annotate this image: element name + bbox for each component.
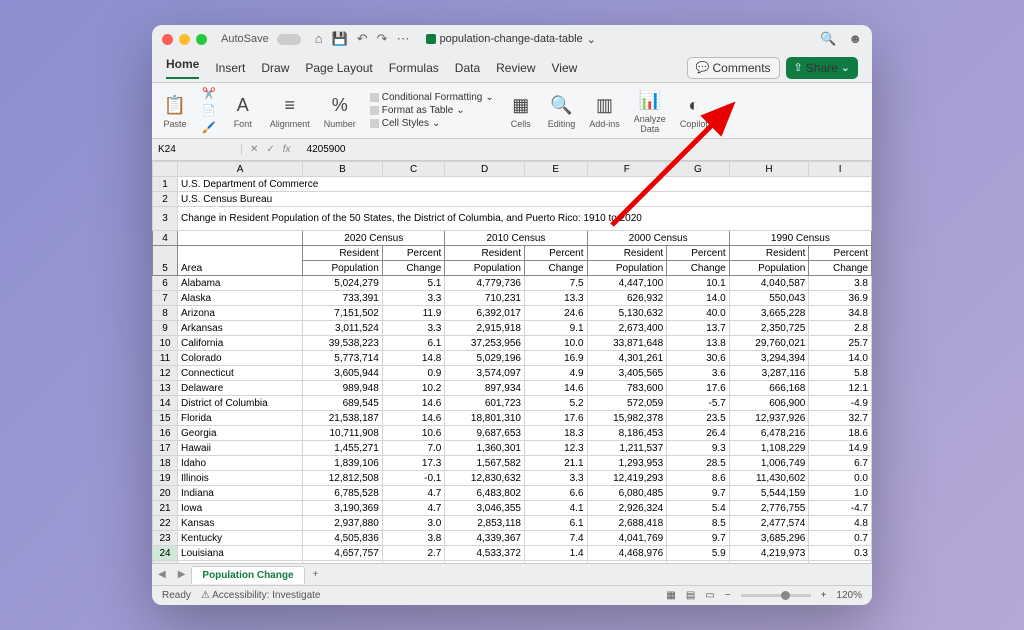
sheet-tab[interactable]: Population Change bbox=[191, 566, 304, 584]
fx-icon[interactable]: fx bbox=[283, 144, 291, 155]
view-normal-icon[interactable]: ▦ bbox=[666, 590, 675, 601]
cut-icon[interactable]: ✂️ bbox=[202, 87, 216, 100]
ribbon: 📋Paste ✂️ 📄 🖌️ AFont ≡Alignment %Number Co… bbox=[152, 83, 872, 139]
font-group[interactable]: AFont bbox=[230, 92, 256, 129]
col-header[interactable]: D bbox=[445, 162, 525, 177]
status-bar: Ready ⚠ Accessibility: Investigate ▦ ▤ ▭… bbox=[152, 585, 872, 605]
tab-page-layout[interactable]: Page Layout bbox=[305, 61, 372, 75]
chevron-down-icon: ⌄ bbox=[587, 33, 596, 46]
copilot-button[interactable]: ◐Copilot bbox=[680, 92, 708, 129]
save-icon[interactable]: 💾 bbox=[332, 31, 348, 47]
editing-group[interactable]: 🔍Editing bbox=[548, 92, 576, 129]
number-group[interactable]: %Number bbox=[324, 92, 356, 129]
zoom-out-button[interactable]: − bbox=[725, 590, 731, 601]
name-box[interactable]: K24 bbox=[152, 144, 242, 155]
cells-icon: ▦ bbox=[508, 92, 534, 118]
file-name[interactable]: population-change-data-table⌄ bbox=[426, 33, 596, 46]
copilot-icon: ◐ bbox=[681, 92, 707, 118]
format-as-table-button[interactable]: Format as Table ⌄ bbox=[370, 104, 494, 117]
align-icon: ≡ bbox=[277, 92, 303, 118]
col-header[interactable]: H bbox=[729, 162, 809, 177]
sheet-tabs: ◀ ▶ Population Change + bbox=[152, 563, 872, 585]
tab-data[interactable]: Data bbox=[455, 61, 480, 75]
search-icon[interactable]: 🔍 bbox=[820, 31, 836, 47]
tab-insert[interactable]: Insert bbox=[215, 61, 245, 75]
accept-fx-icon[interactable]: ✓ bbox=[266, 144, 274, 155]
share-button[interactable]: ⇧ Share ⌄ bbox=[786, 57, 858, 79]
cancel-fx-icon[interactable]: ✕ bbox=[250, 144, 258, 155]
col-header[interactable]: C bbox=[382, 162, 445, 177]
col-header[interactable]: I bbox=[809, 162, 872, 177]
cell-styles-button[interactable]: Cell Styles ⌄ bbox=[370, 117, 494, 130]
col-header[interactable]: G bbox=[667, 162, 730, 177]
minimize-icon[interactable] bbox=[179, 34, 190, 45]
tab-draw[interactable]: Draw bbox=[261, 61, 289, 75]
conditional-formatting-button[interactable]: Conditional Formatting ⌄ bbox=[370, 91, 494, 104]
tab-view[interactable]: View bbox=[552, 61, 578, 75]
status-ready: Ready bbox=[162, 590, 191, 601]
app-window: AutoSave ⌂ 💾 ↶ ↷ ⋯ population-change-dat… bbox=[152, 25, 872, 605]
home-icon[interactable]: ⌂ bbox=[315, 31, 323, 47]
status-accessibility[interactable]: ⚠ Accessibility: Investigate bbox=[201, 590, 321, 601]
maximize-icon[interactable] bbox=[196, 34, 207, 45]
tab-prev-icon[interactable]: ◀ bbox=[152, 569, 172, 580]
excel-icon bbox=[426, 34, 436, 44]
quick-access: ⌂ 💾 ↶ ↷ ⋯ bbox=[315, 31, 410, 47]
addins-icon: ▥ bbox=[592, 92, 618, 118]
col-header[interactable]: E bbox=[524, 162, 587, 177]
tab-review[interactable]: Review bbox=[496, 61, 535, 75]
formula-bar: K24 ✕ ✓ fx 4205900 bbox=[152, 139, 872, 161]
view-page-icon[interactable]: ▤ bbox=[686, 590, 695, 601]
zoom-in-button[interactable]: + bbox=[821, 590, 827, 601]
overflow-icon[interactable]: ☻ bbox=[848, 31, 862, 47]
paste-group[interactable]: 📋Paste bbox=[162, 92, 188, 129]
zoom-slider[interactable] bbox=[741, 594, 811, 597]
col-header[interactable]: A bbox=[178, 162, 303, 177]
comments-button[interactable]: 💬 Comments bbox=[687, 57, 780, 79]
autosave-toggle[interactable] bbox=[277, 34, 301, 45]
format-painter-icon[interactable]: 🖌️ bbox=[202, 121, 216, 134]
formula-value[interactable]: 4205900 bbox=[299, 144, 354, 155]
cells-group[interactable]: ▦Cells bbox=[508, 92, 534, 129]
redo-icon[interactable]: ↷ bbox=[377, 31, 388, 47]
clipboard-icon: 📋 bbox=[162, 92, 188, 118]
alignment-group[interactable]: ≡Alignment bbox=[270, 92, 310, 129]
close-icon[interactable] bbox=[162, 34, 173, 45]
font-icon: A bbox=[230, 92, 256, 118]
spreadsheet-grid[interactable]: ABCDEFGHI1U.S. Department of Commerce2U.… bbox=[152, 161, 872, 563]
traffic-lights bbox=[162, 34, 207, 45]
search-editing-icon: 🔍 bbox=[549, 92, 575, 118]
undo-icon[interactable]: ↶ bbox=[357, 31, 368, 47]
addins-group[interactable]: ▥Add-ins bbox=[589, 92, 620, 129]
copy-icon[interactable]: 📄 bbox=[202, 104, 216, 117]
col-header[interactable]: F bbox=[587, 162, 667, 177]
view-break-icon[interactable]: ▭ bbox=[705, 590, 714, 601]
tab-home[interactable]: Home bbox=[166, 57, 199, 79]
menu-tabs: Home Insert Draw Page Layout Formulas Da… bbox=[152, 53, 872, 83]
percent-icon: % bbox=[327, 92, 353, 118]
zoom-level[interactable]: 120% bbox=[836, 590, 862, 601]
tab-next-icon[interactable]: ▶ bbox=[172, 569, 192, 580]
analyze-data-group[interactable]: 📊Analyze Data bbox=[634, 87, 666, 134]
analyze-icon: 📊 bbox=[637, 87, 663, 113]
more-icon[interactable]: ⋯ bbox=[397, 31, 410, 47]
autosave-label: AutoSave bbox=[221, 33, 269, 45]
col-header[interactable]: B bbox=[303, 162, 383, 177]
titlebar: AutoSave ⌂ 💾 ↶ ↷ ⋯ population-change-dat… bbox=[152, 25, 872, 53]
tab-formulas[interactable]: Formulas bbox=[389, 61, 439, 75]
add-sheet-button[interactable]: + bbox=[305, 569, 327, 580]
